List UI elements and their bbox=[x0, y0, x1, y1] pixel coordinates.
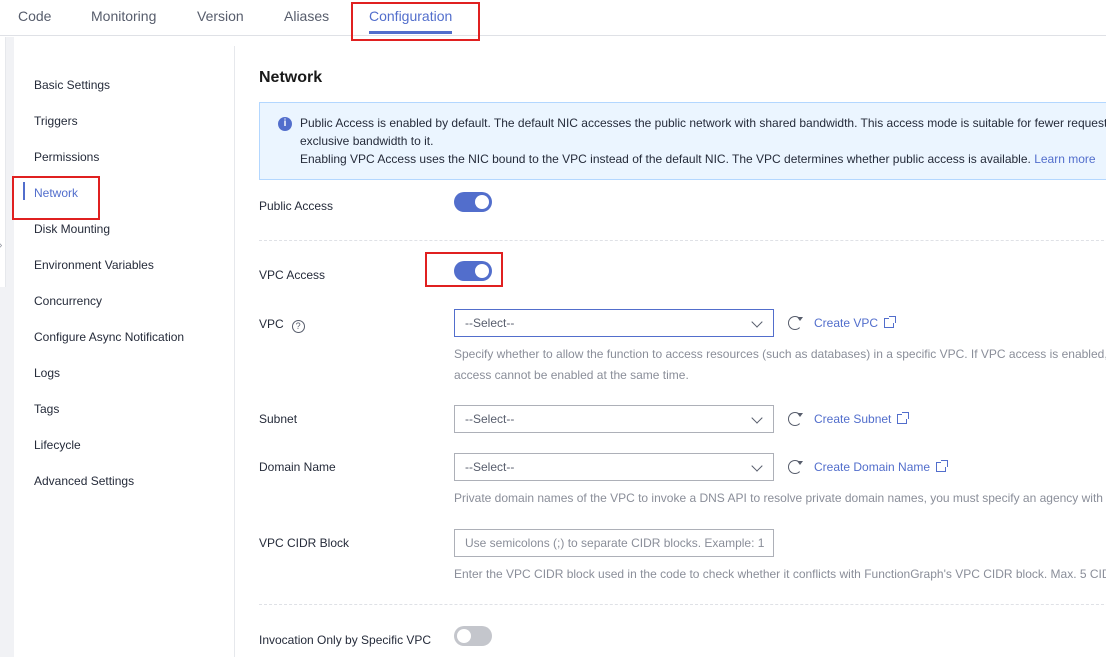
sidebar-active-marker bbox=[23, 182, 25, 200]
notice-text-3: Enabling VPC Access uses the NIC bound t… bbox=[300, 151, 1096, 167]
learn-more-link[interactable]: Learn more bbox=[1034, 152, 1095, 166]
tab-version[interactable]: Version bbox=[197, 7, 244, 25]
create-domain-name-link[interactable]: Create Domain Name bbox=[814, 460, 949, 474]
subnet-label: Subnet bbox=[259, 412, 298, 426]
vpc-hint-1: Specify whether to allow the function to… bbox=[454, 347, 1106, 361]
help-icon[interactable]: ? bbox=[291, 320, 305, 333]
notice-text-1: Public Access is enabled by default. The… bbox=[300, 116, 1106, 130]
sidebar-item-lifecycle[interactable]: Lifecycle bbox=[34, 438, 81, 452]
sidebar-item-permissions[interactable]: Permissions bbox=[34, 150, 99, 164]
toggle-knob bbox=[457, 629, 471, 643]
create-subnet-label: Create Subnet bbox=[814, 412, 892, 426]
notice-text-2: exclusive bandwidth to it. bbox=[300, 134, 434, 148]
vpc-access-label: VPC Access bbox=[259, 268, 326, 282]
vpc-label: VPC? bbox=[259, 317, 305, 333]
sidebar-item-advanced-settings[interactable]: Advanced Settings bbox=[34, 474, 134, 488]
collapse-arrow-icon[interactable]: › bbox=[0, 240, 2, 251]
tab-monitoring[interactable]: Monitoring bbox=[91, 7, 156, 25]
domain-name-select-value: --Select-- bbox=[465, 460, 515, 474]
external-link-icon bbox=[897, 412, 910, 424]
external-link-icon bbox=[936, 460, 949, 472]
notice-text-3-body: Enabling VPC Access uses the NIC bound t… bbox=[300, 152, 1031, 166]
config-sidebar: Basic Settings Triggers Permissions Netw… bbox=[14, 46, 235, 657]
domain-name-hint: Private domain names of the VPC to invok… bbox=[454, 491, 1103, 505]
cidr-label: VPC CIDR Block bbox=[259, 536, 350, 550]
sidebar-item-environment-variables[interactable]: Environment Variables bbox=[34, 258, 154, 272]
network-settings-panel: Network i Public Access is enabled by de… bbox=[235, 46, 1106, 657]
subnet-select[interactable]: --Select-- bbox=[454, 405, 774, 433]
info-notice: i Public Access is enabled by default. T… bbox=[259, 102, 1106, 180]
chevron-down-icon bbox=[751, 412, 763, 424]
create-subnet-link[interactable]: Create Subnet bbox=[814, 412, 910, 426]
vpc-select-value: --Select-- bbox=[465, 316, 515, 330]
cidr-hint: Enter the VPC CIDR block used in the cod… bbox=[454, 567, 1106, 581]
divider bbox=[259, 240, 1106, 241]
tab-configuration[interactable]: Configuration bbox=[369, 7, 452, 25]
toggle-knob bbox=[475, 195, 489, 209]
vpc-access-toggle[interactable] bbox=[454, 261, 492, 281]
domain-name-select[interactable]: --Select-- bbox=[454, 453, 774, 481]
tab-aliases[interactable]: Aliases bbox=[284, 7, 329, 25]
cidr-input[interactable] bbox=[454, 529, 774, 557]
public-access-label: Public Access bbox=[259, 199, 334, 213]
sidebar-item-tags[interactable]: Tags bbox=[34, 402, 59, 416]
specific-vpc-label: Invocation Only by Specific VPC bbox=[259, 633, 432, 647]
refresh-icon[interactable] bbox=[788, 460, 803, 474]
page-title: Network bbox=[259, 69, 323, 86]
sidebar-item-triggers[interactable]: Triggers bbox=[34, 114, 78, 128]
chevron-down-icon bbox=[751, 460, 763, 472]
tab-code[interactable]: Code bbox=[18, 7, 51, 25]
active-tab-indicator bbox=[369, 31, 452, 34]
sidebar-item-network[interactable]: Network bbox=[34, 186, 78, 200]
sidebar-item-disk-mounting[interactable]: Disk Mounting bbox=[34, 222, 110, 236]
external-link-icon bbox=[884, 316, 897, 328]
vpc-hint-2: access cannot be enabled at the same tim… bbox=[454, 368, 689, 382]
top-tab-bar: Code Monitoring Version Aliases Configur… bbox=[0, 0, 1106, 36]
sidebar-item-concurrency[interactable]: Concurrency bbox=[34, 294, 102, 308]
subnet-select-value: --Select-- bbox=[465, 412, 515, 426]
sidebar-item-basic-settings[interactable]: Basic Settings bbox=[34, 78, 110, 92]
specific-vpc-toggle[interactable] bbox=[454, 626, 492, 646]
toggle-knob bbox=[475, 264, 489, 278]
refresh-icon[interactable] bbox=[788, 316, 803, 330]
create-vpc-link[interactable]: Create VPC bbox=[814, 316, 897, 330]
divider bbox=[259, 604, 1106, 605]
vpc-label-text: VPC bbox=[259, 317, 284, 331]
domain-name-label: Domain Name bbox=[259, 460, 336, 474]
public-access-toggle[interactable] bbox=[454, 192, 492, 212]
info-icon: i bbox=[278, 117, 292, 131]
refresh-icon[interactable] bbox=[788, 412, 803, 426]
sidebar-item-logs[interactable]: Logs bbox=[34, 366, 60, 380]
sidebar-item-async-notification[interactable]: Configure Async Notification bbox=[34, 330, 184, 344]
chevron-down-icon bbox=[751, 316, 763, 328]
create-vpc-label: Create VPC bbox=[814, 316, 879, 330]
vpc-select[interactable]: --Select-- bbox=[454, 309, 774, 337]
create-domain-name-label: Create Domain Name bbox=[814, 460, 931, 474]
